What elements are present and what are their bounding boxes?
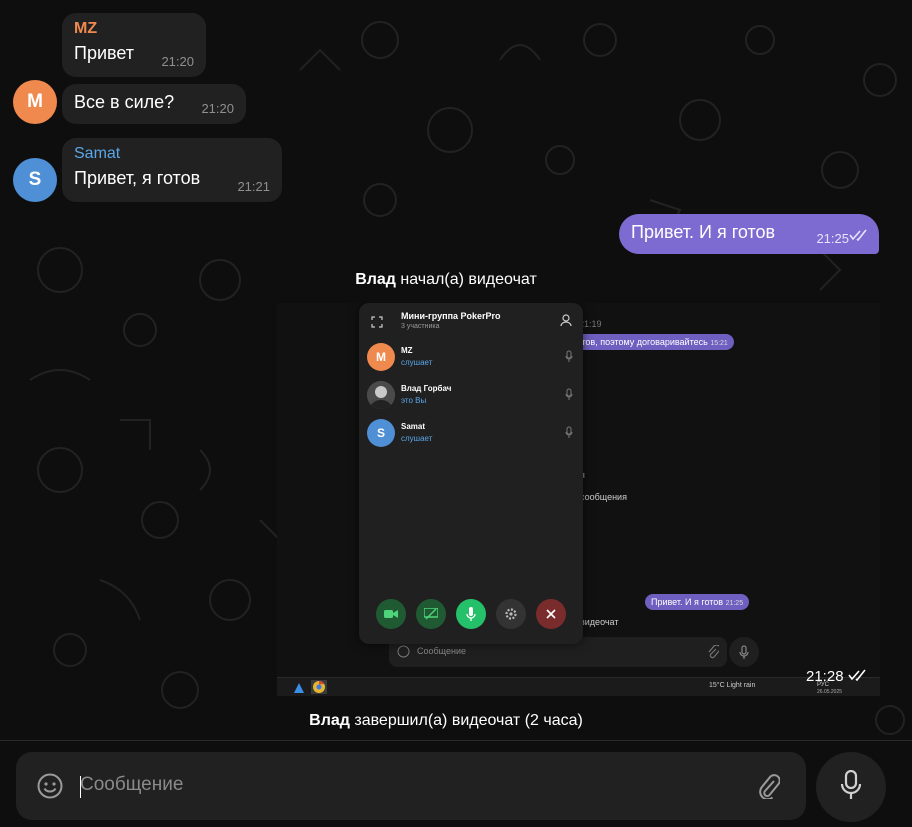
double-check-icon <box>848 668 868 685</box>
video-taskbar: 15°C Light rain РУС 26.05.2025 <box>277 677 880 696</box>
message-bubble-outgoing[interactable]: Привет. И я готов 21:25 <box>619 214 879 254</box>
avatar[interactable]: S <box>13 158 57 202</box>
composer-divider <box>0 740 912 741</box>
service-message-call-started: Влад начал(а) видеочат <box>300 271 592 289</box>
participant-status: слушает <box>401 434 433 443</box>
avatar-letter: M <box>376 350 386 364</box>
service-text: начал(а) видеочат <box>395 271 537 288</box>
participant-name: Влад Горбач <box>401 384 452 393</box>
video-bg-message-time: 15:21 <box>710 340 728 347</box>
microphone-icon <box>565 387 573 405</box>
message-bubble[interactable]: Все в силе? 21:20 <box>62 84 246 124</box>
video-bg-input-placeholder: Сообщение <box>417 646 466 656</box>
video-bg-message-text: Привет. И я готов <box>651 597 724 607</box>
call-participant: S Samat слушает <box>359 417 583 451</box>
call-panel: Мини-группа PokerPro 3 участника M MZ сл… <box>359 303 583 644</box>
add-participant-icon <box>559 313 573 332</box>
gear-icon <box>496 599 526 629</box>
text-caret <box>80 776 81 798</box>
message-time: 21:21 <box>237 179 270 194</box>
smile-icon <box>397 645 410 663</box>
taskbar-app-icon <box>293 681 305 696</box>
participant-status: слушает <box>401 358 433 367</box>
video-camera-icon <box>376 599 406 629</box>
service-message-call-ended: Влад завершил(а) видеочат (2 часа) <box>250 712 642 730</box>
video-bg-message: Привет. И я готов 21:25 <box>645 594 750 610</box>
video-bg-message-text: е готов, поэтому договаривайтесь <box>566 337 708 347</box>
sender-name[interactable]: Samat <box>74 144 270 164</box>
avatar: M <box>367 343 395 371</box>
microphone-active-icon <box>456 599 486 629</box>
participant-name: MZ <box>401 346 413 355</box>
paperclip-icon[interactable] <box>754 772 782 800</box>
end-call-icon <box>536 599 566 629</box>
avatar: S <box>367 419 395 447</box>
video-bg-message: е готов, поэтому договаривайтесь 15:21 <box>560 334 734 350</box>
call-subtitle: 3 участника <box>401 323 440 330</box>
message-time: 21:25 <box>816 231 849 246</box>
message-input[interactable]: Сообщение <box>80 774 183 796</box>
avatar-letter: S <box>28 169 42 190</box>
paperclip-icon <box>707 644 721 664</box>
call-participant: M MZ слушает <box>359 341 583 375</box>
screen-share-icon <box>416 599 446 629</box>
sender-name[interactable]: MZ <box>74 19 194 39</box>
call-title: Мини-группа PokerPro <box>401 311 501 321</box>
service-text: завершил(а) видеочат (2 часа) <box>349 712 583 729</box>
call-participant: Влад Горбач это Вы <box>359 379 583 413</box>
taskbar-weather: 15°C Light rain <box>709 682 756 689</box>
message-composer: Сообщение <box>16 752 806 820</box>
participant-name: Samat <box>401 422 426 431</box>
message-time: 21:28 <box>806 668 844 685</box>
message-bubble[interactable]: MZ Привет 21:20 <box>62 13 206 77</box>
avatar-letter: S <box>376 426 385 440</box>
microphone-icon <box>565 425 573 443</box>
taskbar-date: 26.05.2025 <box>817 689 843 695</box>
message-time: 21:20 <box>161 54 194 69</box>
video-message[interactable]: 21:19 е готов, поэтому договаривайтесь 1… <box>277 303 880 696</box>
emoji-icon[interactable] <box>36 772 64 800</box>
video-message-time: 21:28 <box>806 668 868 685</box>
message-time: 21:20 <box>201 101 234 116</box>
avatar-photo <box>367 381 395 409</box>
service-actor[interactable]: Влад <box>355 271 396 288</box>
microphone-icon <box>565 349 573 367</box>
video-bg-line: видеочат <box>580 617 619 627</box>
microphone-icon <box>729 637 759 667</box>
microphone-icon <box>840 769 862 805</box>
video-bg-message-time: 21:25 <box>725 600 744 607</box>
participant-status: это Вы <box>401 396 427 405</box>
double-check-icon <box>849 228 869 246</box>
avatar[interactable]: M <box>13 80 57 124</box>
video-bg-line: сообщения <box>580 492 627 502</box>
service-actor[interactable]: Влад <box>309 712 350 729</box>
video-frame: 21:19 е готов, поэтому договаривайтесь 1… <box>277 303 880 677</box>
fullscreen-icon <box>371 315 383 333</box>
message-bubble[interactable]: Samat Привет, я готов 21:21 <box>62 138 282 202</box>
chrome-icon <box>311 680 327 694</box>
microphone-button[interactable] <box>816 752 886 822</box>
avatar-letter: M <box>27 91 43 112</box>
